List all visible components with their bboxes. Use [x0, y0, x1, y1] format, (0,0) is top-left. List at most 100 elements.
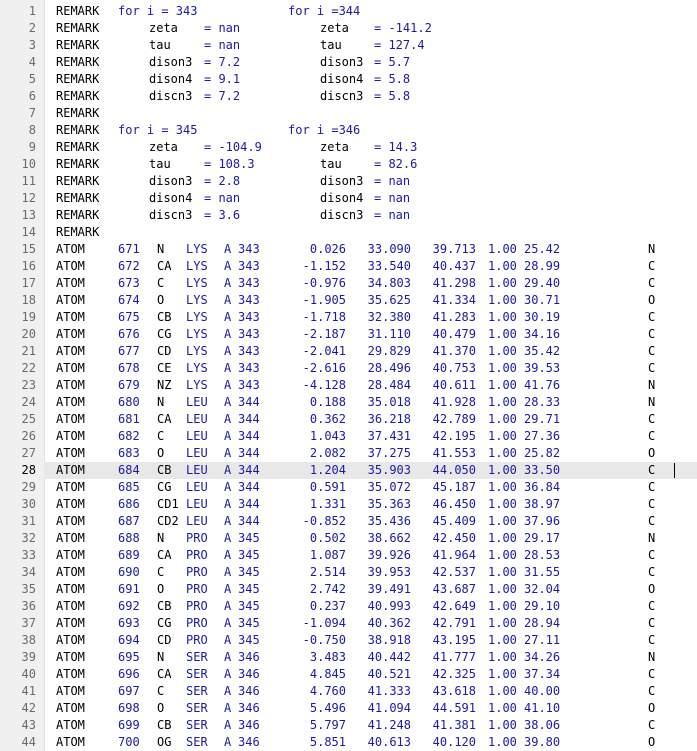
coord-z: 44.050 — [432, 463, 476, 477]
occupancy: 1.00 — [488, 412, 517, 426]
code-line[interactable]: 15 ATOM 671 N LYS A 343 0.026 33.090 39.713 1.00 25… — [22, 241, 697, 258]
code-line[interactable]: 2 REMARK zeta = nan zeta = -141.2 — [29, 20, 697, 37]
code-line[interactable]: 31 ATOM 687 CD2 LEU A 344 -0.852 35.436 45.409 1.0… — [22, 513, 697, 530]
residue-seq: 343 — [238, 378, 260, 392]
coord-x: -1.094 — [302, 616, 346, 630]
atom-serial: 690 — [118, 565, 140, 579]
atom-serial: 675 — [118, 310, 140, 324]
code-line[interactable]: 29 ATOM 685 CG LEU A 344 0.591 35.072 45.187 1.00 3… — [22, 479, 697, 496]
atom-name: CA — [157, 412, 172, 426]
coord-x: -0.750 — [302, 633, 346, 647]
code-line[interactable]: 13 REMARK discn3 = 3.6 discn3 = nan — [22, 207, 697, 224]
line-number: 26 — [21, 429, 36, 443]
b-factor: 37.34 — [524, 667, 561, 681]
residue-name: LYS — [186, 344, 208, 358]
line-number: 32 — [21, 531, 36, 545]
code-line[interactable]: 30 ATOM 686 CD1 LEU A 344 1.331 35.363 46.450 1.00… — [22, 496, 697, 513]
code-line[interactable]: 1 REMARK for i = 343 for i =344 — [29, 3, 697, 20]
code-line[interactable]: 18 ATOM 674 O LYS A 343 -1.905 35.625 41.334 1.00 3… — [22, 292, 697, 309]
record-type: REMARK — [56, 106, 100, 120]
code-line[interactable]: 32 ATOM 688 N PRO A 345 0.502 38.662 42.450 1.00 29… — [22, 530, 697, 547]
code-line[interactable]: 22 ATOM 678 CE LYS A 343 -2.616 28.496 40.753 1.00… — [22, 360, 697, 377]
line-number: 33 — [21, 548, 36, 562]
b-factor: 28.99 — [524, 259, 561, 273]
line-number: 29 — [21, 480, 36, 494]
code-line[interactable]: 20 ATOM 676 CG LYS A 343 -2.187 31.110 40.479 1.00… — [22, 326, 697, 343]
code-line[interactable]: 41 ATOM 697 C SER A 346 4.760 41.333 43.618 1.00 40… — [22, 683, 697, 700]
text-editor[interactable]: 1 REMARK for i = 343 for i =344 2 REMARK zeta =… — [0, 0, 697, 751]
code-line[interactable]: 24 ATOM 680 N LEU A 344 0.188 35.018 41.928 1.00 28… — [22, 394, 697, 411]
record-type: ATOM — [56, 514, 85, 528]
code-line[interactable]: 21 ATOM 677 CD LYS A 343 -2.041 29.829 41.370 1.00… — [22, 343, 697, 360]
element-symbol: C — [648, 633, 656, 647]
code-line[interactable]: 40 ATOM 696 CA SER A 346 4.845 40.521 42.325 1.00 3… — [22, 666, 697, 683]
code-line[interactable]: 23 ATOM 679 NZ LYS A 343 -4.128 28.484 40.611 1.00… — [22, 377, 697, 394]
coord-y: 40.613 — [367, 735, 411, 749]
code-line[interactable]: 10 REMARK tau = 108.3 tau = 82.6 — [22, 156, 697, 173]
b-factor: 27.11 — [524, 633, 561, 647]
chain-id: A — [224, 582, 232, 596]
code-line[interactable]: 27 ATOM 683 O LEU A 344 2.082 37.275 41.553 1.00 25… — [22, 445, 697, 462]
code-line[interactable]: 43 ATOM 699 CB SER A 346 5.797 41.248 41.381 1.00 3… — [22, 717, 697, 734]
code-line[interactable]: 12 REMARK dison4 = nan dison4 = nan — [22, 190, 697, 207]
line-number: 31 — [21, 514, 36, 528]
record-type: ATOM — [56, 412, 85, 426]
residue-name: LEU — [186, 446, 208, 460]
code-line[interactable]: 3 REMARK tau = nan tau = 127.4 — [29, 37, 697, 54]
code-line[interactable]: 26 ATOM 682 C LEU A 344 1.043 37.431 42.195 1.00 27… — [22, 428, 697, 445]
param-name: tau — [149, 38, 171, 52]
code-line[interactable]: 4 REMARK dison3 = 7.2 dison3 = 5.7 — [29, 54, 697, 71]
code-line[interactable]: 8 REMARK for i = 345 for i =346 — [29, 122, 697, 139]
code-line[interactable]: 19 ATOM 675 CB LYS A 343 -1.718 32.380 41.283 1.00… — [22, 309, 697, 326]
record-type: ATOM — [56, 480, 85, 494]
occupancy: 1.00 — [488, 565, 517, 579]
coord-y: 39.491 — [367, 582, 411, 596]
residue-name: LEU — [186, 514, 208, 528]
line-number: 30 — [21, 497, 36, 511]
coord-z: 42.789 — [432, 412, 476, 426]
param-value: = 5.8 — [374, 72, 411, 86]
record-type: REMARK — [56, 72, 100, 86]
code-area[interactable]: 1 REMARK for i = 343 for i =344 2 REMARK zeta =… — [22, 0, 697, 751]
code-line[interactable]: 44 ATOM 700 OG SER A 346 5.851 40.613 40.120 1.00 3… — [22, 734, 697, 751]
code-line[interactable]: 38 ATOM 694 CD PRO A 345 -0.750 38.918 43.195 1.00… — [22, 632, 697, 649]
chain-id: A — [224, 429, 232, 443]
code-line[interactable]: 33 ATOM 689 CA PRO A 345 1.087 39.926 41.964 1.00 2… — [22, 547, 697, 564]
code-line[interactable]: 5 REMARK dison4 = 9.1 dison4 = 5.8 — [29, 71, 697, 88]
atom-serial: 699 — [118, 718, 140, 732]
coord-y: 39.953 — [367, 565, 411, 579]
code-line[interactable]: 11 REMARK dison3 = 2.8 dison3 = nan — [22, 173, 697, 190]
code-line[interactable]: 37 ATOM 693 CG PRO A 345 -1.094 40.362 42.791 1.00… — [22, 615, 697, 632]
code-line-current[interactable]: 28 ATOM 684 CB LEU A 344 1.204 35.903 44.050 1.00 3… — [22, 462, 697, 479]
b-factor: 29.71 — [524, 412, 561, 426]
code-line[interactable]: 35 ATOM 691 O PRO A 345 2.742 39.491 43.687 1.00 32… — [22, 581, 697, 598]
coord-x: -2.187 — [302, 327, 346, 341]
occupancy: 1.00 — [488, 378, 517, 392]
code-line[interactable]: 36 ATOM 692 CB PRO A 345 0.237 40.993 42.649 1.00 2… — [22, 598, 697, 615]
atom-serial: 692 — [118, 599, 140, 613]
code-line[interactable]: 9 REMARK zeta = -104.9 zeta = 14.3 — [29, 139, 697, 156]
residue-seq: 345 — [238, 633, 260, 647]
code-line[interactable]: 25 ATOM 681 CA LEU A 344 0.362 36.218 42.789 1.00 2… — [22, 411, 697, 428]
coord-y: 40.442 — [367, 650, 411, 664]
loop-label: for i =346 — [288, 123, 361, 137]
code-line[interactable]: 42 ATOM 698 O SER A 346 5.496 41.094 44.591 1.00 41… — [22, 700, 697, 717]
code-line[interactable]: 7 REMARK — [29, 105, 697, 122]
element-symbol: C — [648, 310, 656, 324]
code-line[interactable]: 39 ATOM 695 N SER A 346 3.483 40.442 41.777 1.00 34… — [22, 649, 697, 666]
param-name: tau — [149, 157, 171, 171]
coord-x: 0.026 — [309, 242, 346, 256]
code-line[interactable]: 14 REMARK — [22, 224, 697, 241]
atom-name: N — [157, 650, 165, 664]
element-symbol: C — [648, 565, 656, 579]
coord-z: 41.298 — [432, 276, 476, 290]
b-factor: 31.55 — [524, 565, 561, 579]
code-line[interactable]: 6 REMARK discn3 = 7.2 discn3 = 5.8 — [29, 88, 697, 105]
occupancy: 1.00 — [488, 735, 517, 749]
residue-seq: 343 — [238, 242, 260, 256]
code-line[interactable]: 16 ATOM 672 CA LYS A 343 -1.152 33.540 40.437 1.00… — [22, 258, 697, 275]
element-symbol: O — [648, 446, 656, 460]
code-line[interactable]: 34 ATOM 690 C PRO A 345 2.514 39.953 42.537 1.00 31… — [22, 564, 697, 581]
code-line[interactable]: 17 ATOM 673 C LYS A 343 -0.976 34.803 41.298 1.00 2… — [22, 275, 697, 292]
element-symbol: O — [648, 701, 656, 715]
